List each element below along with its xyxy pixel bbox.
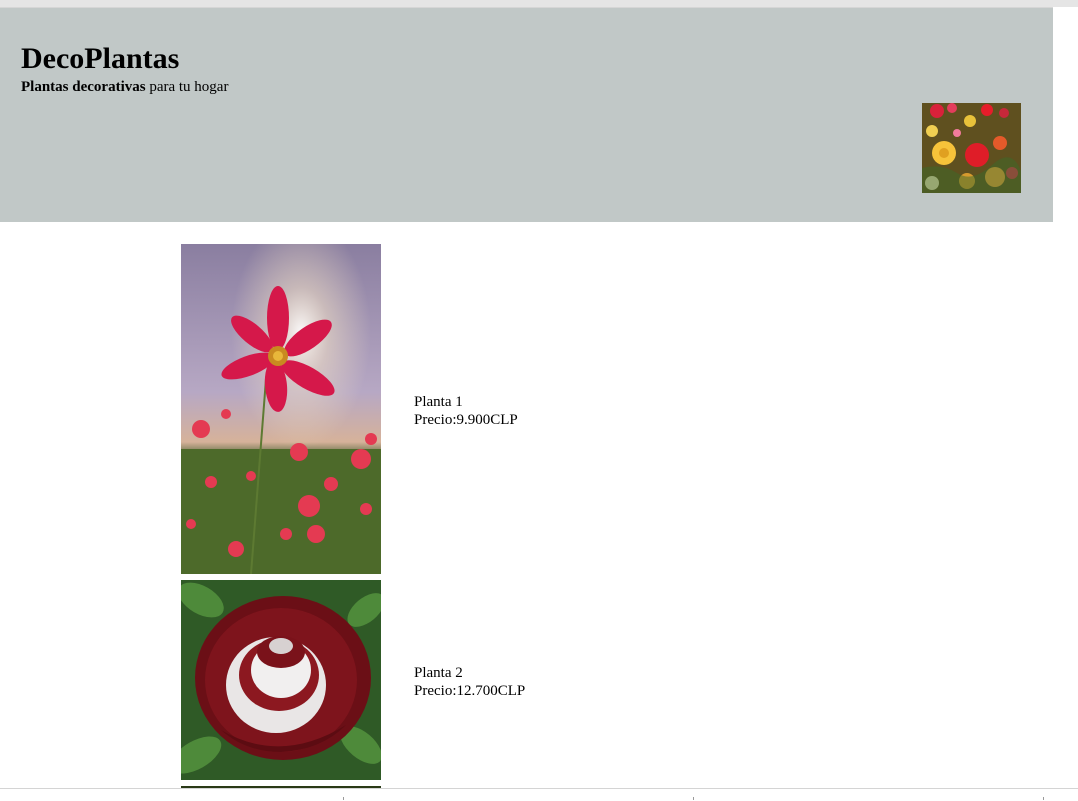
pink-cosmos-flower-photo-icon [181, 244, 381, 574]
window-top-border [0, 0, 1078, 8]
site-tagline: Plantas decorativas para tu hogar [21, 78, 228, 96]
product-price: Precio:9.900CLP [414, 412, 518, 428]
product-price: Precio:12.700CLP [414, 683, 526, 699]
header-flowers-image [922, 103, 1021, 193]
product-image-1 [181, 244, 381, 574]
right-gutter [1053, 7, 1078, 788]
brand-title: DecoPlantas [21, 42, 180, 75]
window-bottom-border [0, 788, 1078, 801]
tagline-bold: Plantas decorativas [21, 79, 146, 95]
product-name: Planta 1 [414, 394, 463, 410]
product-info-1: Planta 1 Precio:9.900CLP [414, 393, 518, 429]
mixed-flowers-photo-icon [922, 103, 1021, 193]
tagline-rest: para tu hogar [145, 79, 229, 95]
site-header: DecoPlantas Plantas decorativas para tu … [0, 8, 1053, 222]
product-info-2: Planta 2 Precio:12.700CLP [414, 664, 525, 700]
product-image-2 [181, 580, 381, 780]
product-name: Planta 2 [414, 665, 463, 681]
red-white-rose-photo-icon [181, 580, 381, 780]
